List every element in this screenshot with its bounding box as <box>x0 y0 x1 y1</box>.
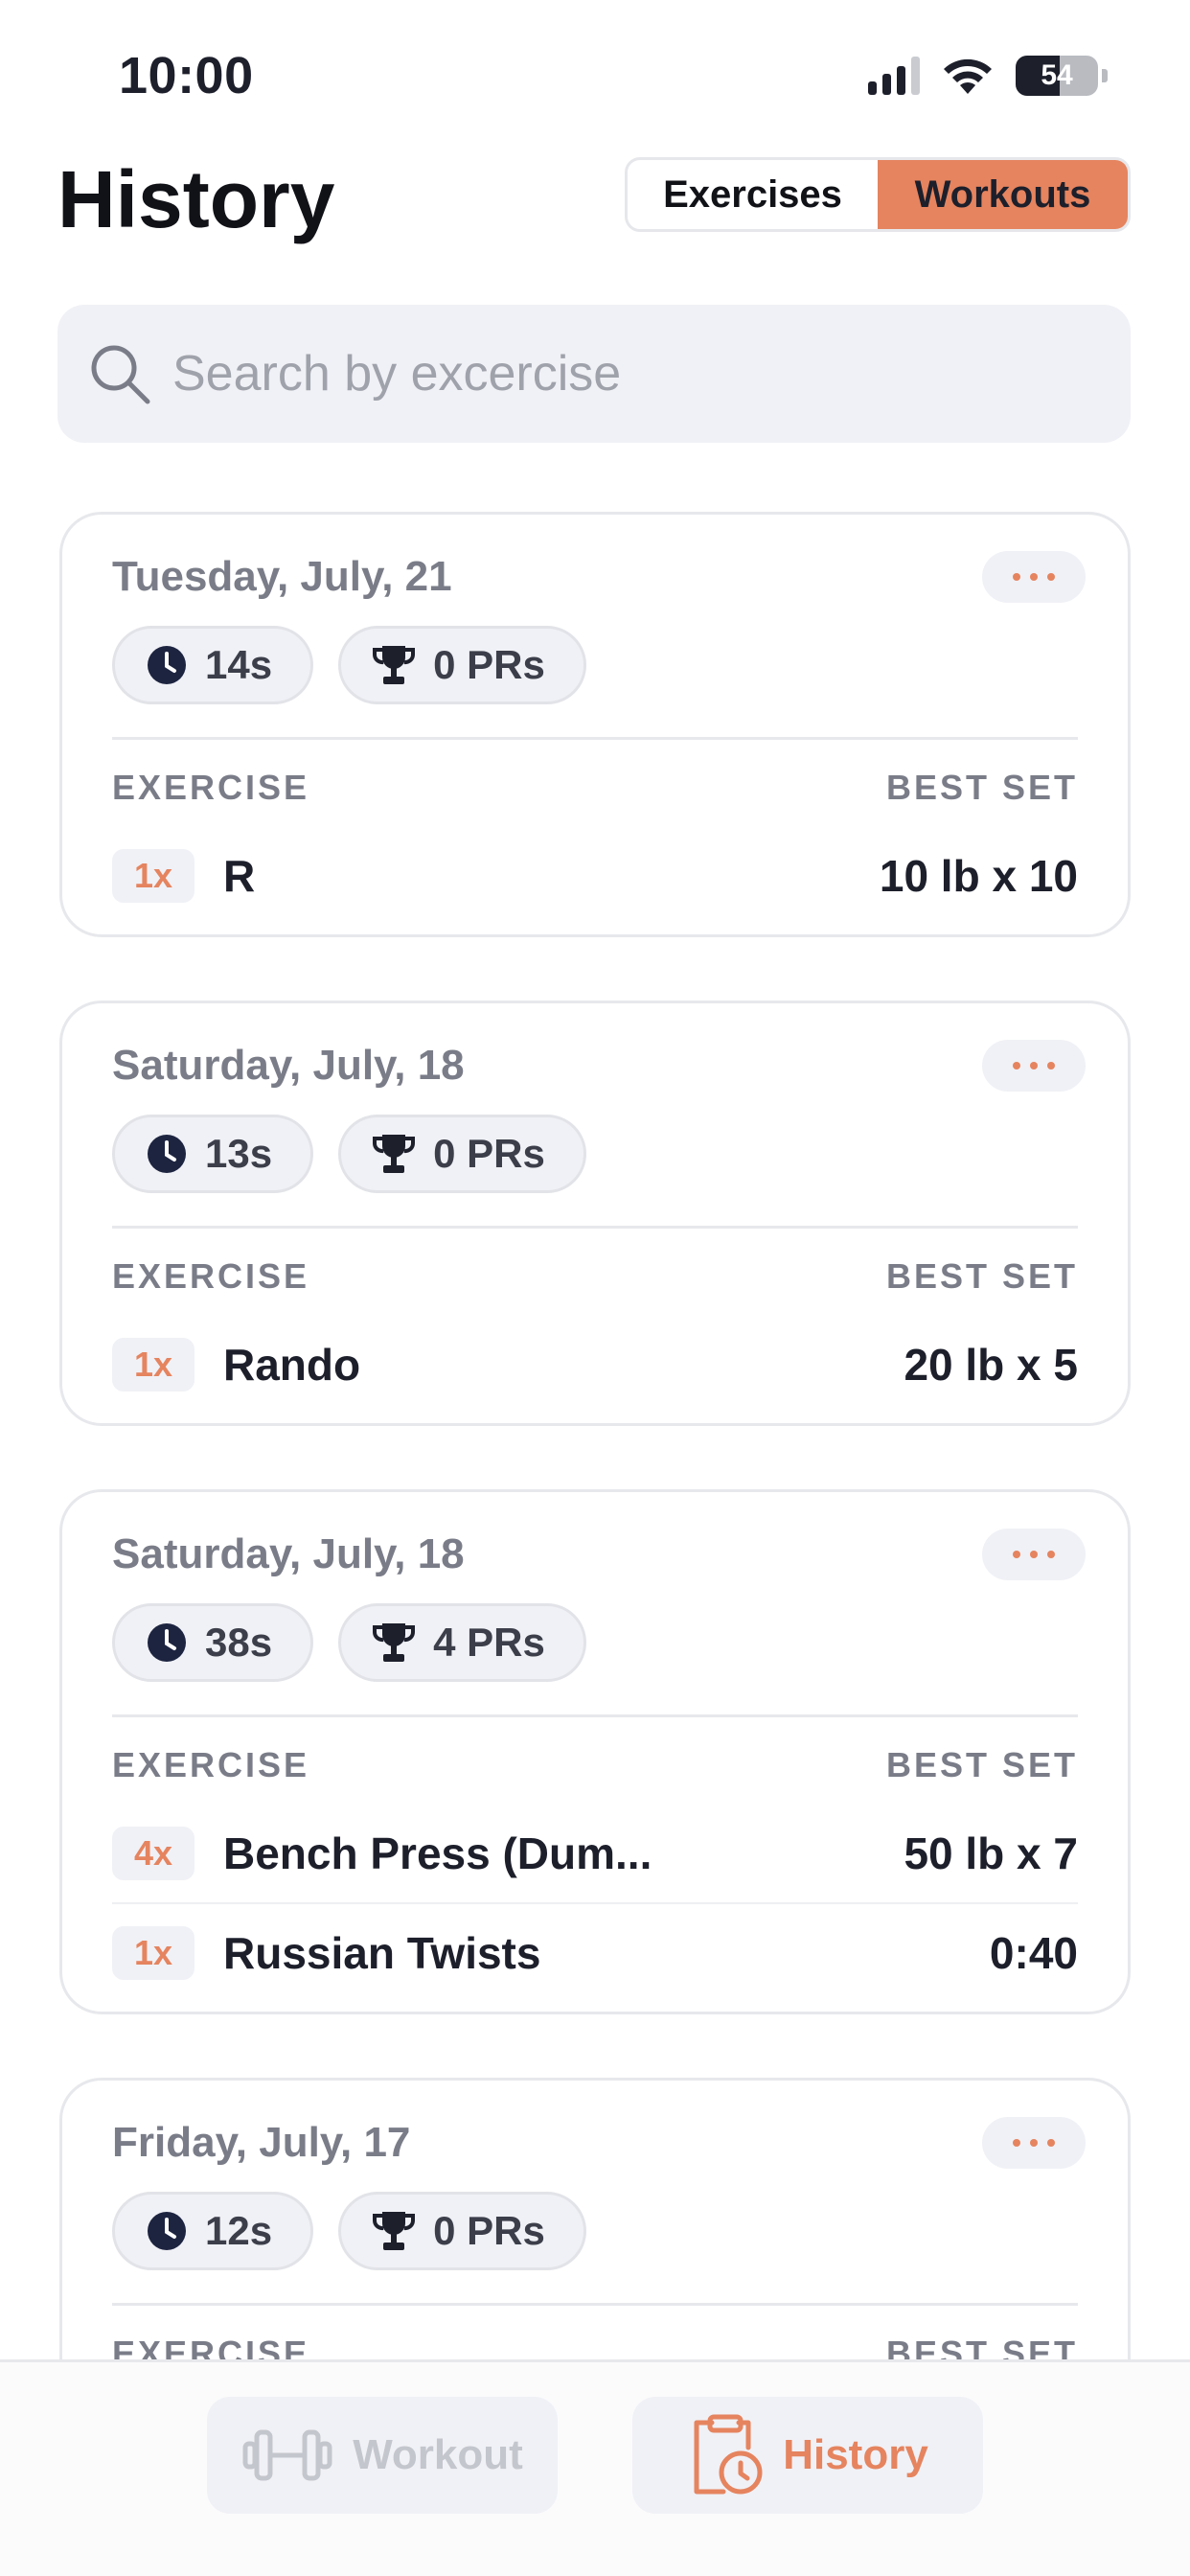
tab-workout-label: Workout <box>353 2431 523 2478</box>
best-set-value: 10 lb x 10 <box>879 851 1078 901</box>
exercise-row[interactable]: 1x Rando 20 lb x 5 <box>112 1331 1078 1398</box>
duration-chip: 14s <box>112 626 314 704</box>
more-options-button[interactable] <box>982 2117 1086 2169</box>
duration-chip: 13s <box>112 1115 314 1193</box>
clock-icon <box>148 1135 186 1173</box>
exercise-column-header: EXERCISE <box>112 1256 310 1296</box>
exercise-row[interactable]: 4x Bench Press (Dum... 50 lb x 7 <box>112 1820 1078 1887</box>
battery-icon: 54 <box>1016 56 1098 96</box>
more-options-button[interactable] <box>982 1040 1086 1092</box>
trophy-icon <box>373 646 416 684</box>
clock-icon <box>148 646 186 684</box>
prs-value: 4 PRs <box>433 1620 545 1665</box>
prs-chip: 4 PRs <box>338 1603 586 1682</box>
wifi-icon <box>944 58 992 94</box>
set-count-badge: 1x <box>112 849 195 903</box>
duration-chip: 38s <box>112 1603 314 1682</box>
exercise-name: Russian Twists <box>223 1928 541 1978</box>
dumbbell-icon <box>242 2429 332 2481</box>
best-set-value: 0:40 <box>989 1928 1078 1978</box>
bottom-tab-bar: Workout History <box>0 2359 1190 2576</box>
view-segmented-control: Exercises Workouts <box>625 157 1131 232</box>
tab-history[interactable]: History <box>632 2397 983 2514</box>
workout-card[interactable]: Saturday, July, 18 13s 0 PRs EXERCISE BE… <box>59 1000 1131 1426</box>
best-set-value: 20 lb x 5 <box>904 1340 1078 1390</box>
exercise-name: Rando <box>223 1340 361 1390</box>
workout-date: Friday, July, 17 <box>112 2119 411 2166</box>
exercise-name: R <box>223 851 256 901</box>
search-input[interactable] <box>172 345 1035 402</box>
tab-workout[interactable]: Workout <box>207 2397 558 2514</box>
set-count-badge: 1x <box>112 1338 195 1392</box>
trophy-icon <box>373 1135 416 1173</box>
duration-value: 38s <box>205 1620 273 1665</box>
clock-icon <box>148 2212 186 2250</box>
more-options-button[interactable] <box>982 1529 1086 1580</box>
prs-chip: 0 PRs <box>338 626 586 704</box>
workout-date: Saturday, July, 18 <box>112 1042 465 1089</box>
prs-value: 0 PRs <box>433 2208 545 2253</box>
status-time: 10:00 <box>119 47 254 104</box>
clipboard-clock-icon <box>694 2414 763 2495</box>
workout-date: Tuesday, July, 21 <box>112 553 452 600</box>
duration-value: 12s <box>205 2208 273 2253</box>
battery-percentage: 54 <box>1041 59 1073 91</box>
trophy-icon <box>373 2212 416 2250</box>
exercise-column-header: EXERCISE <box>112 768 310 807</box>
clock-icon <box>148 1623 186 1662</box>
status-bar: 10:00 54 <box>0 0 1190 153</box>
best-set-column-header: BEST SET <box>885 768 1078 807</box>
best-set-column-header: BEST SET <box>885 1745 1078 1784</box>
workout-date: Saturday, July, 18 <box>112 1530 465 1577</box>
prs-value: 0 PRs <box>433 642 545 687</box>
prs-value: 0 PRs <box>433 1131 545 1176</box>
set-count-badge: 4x <box>112 1827 195 1880</box>
set-count-badge: 1x <box>112 1926 195 1980</box>
best-set-column-header: BEST SET <box>885 1256 1078 1296</box>
exercise-column-header: EXERCISE <box>112 1745 310 1784</box>
exercise-name: Bench Press (Dum... <box>223 1828 652 1878</box>
cellular-signal-icon <box>868 57 920 95</box>
segment-exercises[interactable]: Exercises <box>628 160 878 229</box>
prs-chip: 0 PRs <box>338 2192 586 2270</box>
exercise-row[interactable]: 1x R 10 lb x 10 <box>112 842 1078 909</box>
duration-value: 14s <box>205 642 273 687</box>
duration-chip: 12s <box>112 2192 314 2270</box>
workout-card[interactable]: Tuesday, July, 21 14s 0 PRs EXERCISE BES… <box>59 512 1131 937</box>
trophy-icon <box>373 1623 416 1662</box>
prs-chip: 0 PRs <box>338 1115 586 1193</box>
duration-value: 13s <box>205 1131 273 1176</box>
more-options-button[interactable] <box>982 551 1086 603</box>
search-bar[interactable] <box>57 305 1131 443</box>
best-set-value: 50 lb x 7 <box>904 1828 1078 1878</box>
segment-workouts[interactable]: Workouts <box>878 160 1128 229</box>
page-title: History <box>57 154 335 244</box>
status-icons: 54 <box>868 56 1108 96</box>
search-icon <box>86 340 153 407</box>
tab-history-label: History <box>783 2431 928 2478</box>
workout-card[interactable]: Saturday, July, 18 38s 4 PRs EXERCISE BE… <box>59 1489 1131 2014</box>
exercise-row[interactable]: 1x Russian Twists 0:40 <box>112 1920 1078 1987</box>
